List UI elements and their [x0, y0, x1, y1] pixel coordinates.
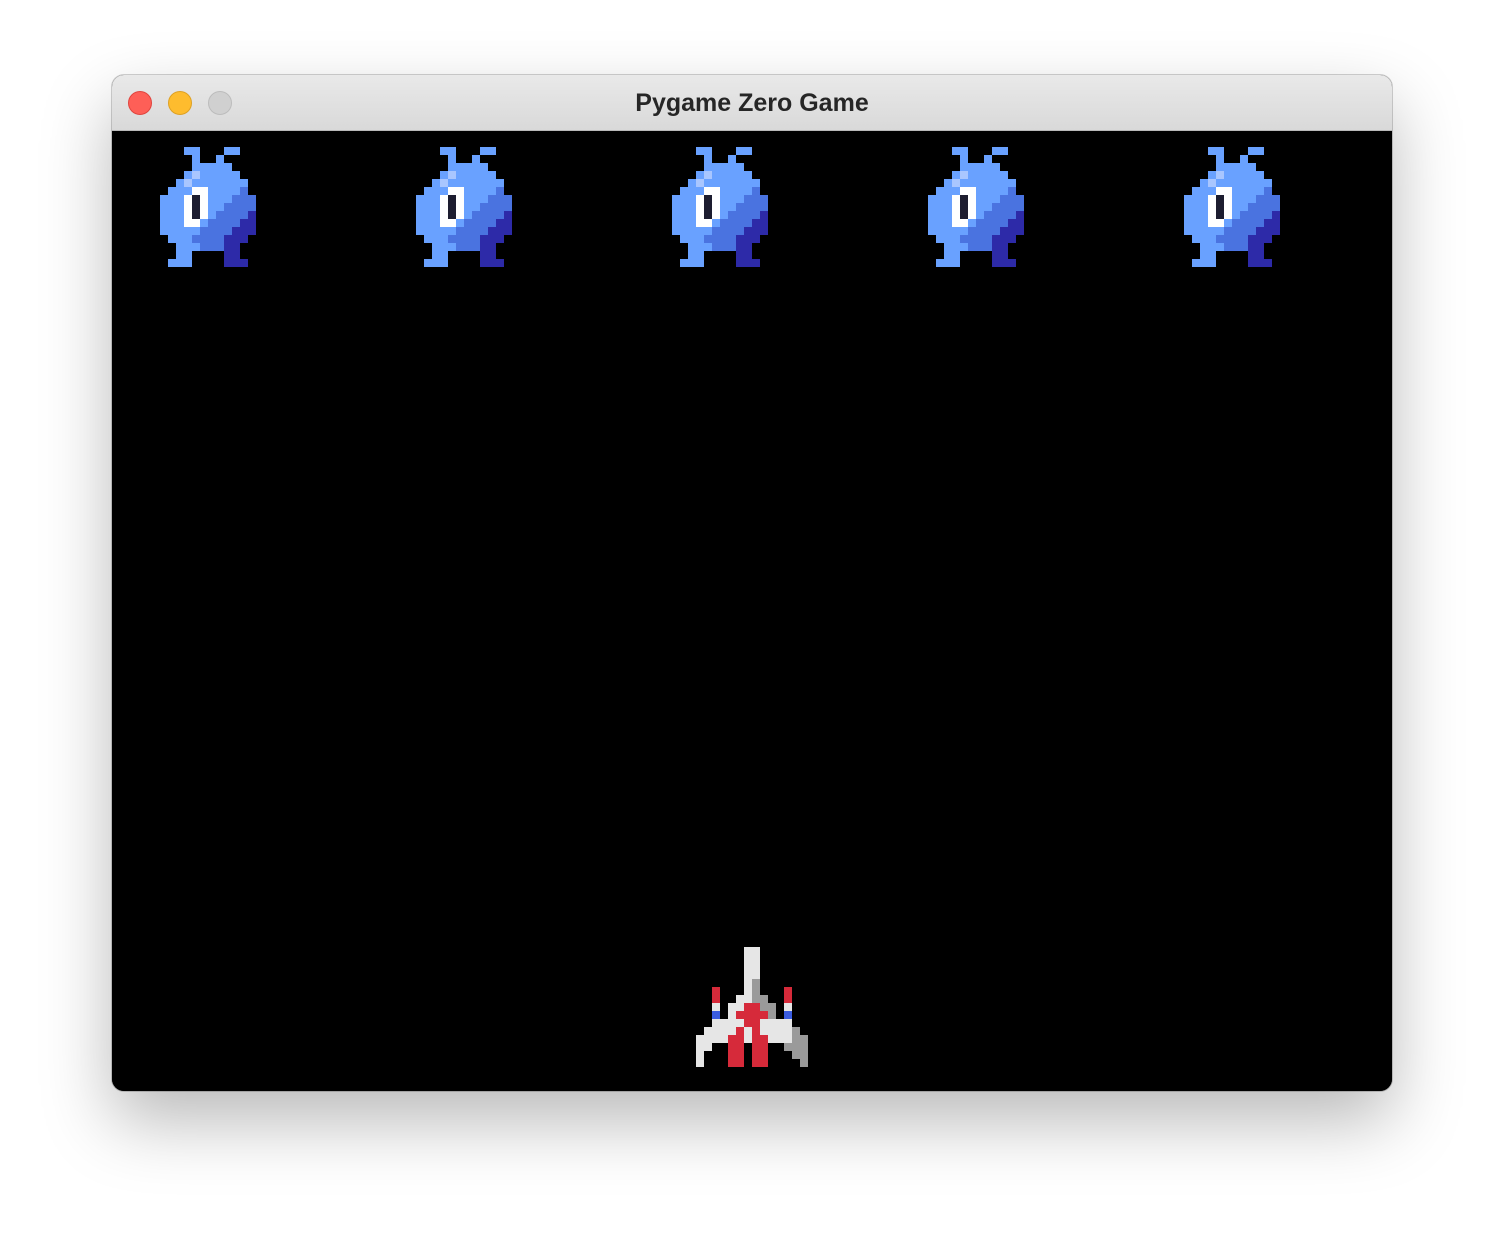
- alien-icon: [672, 147, 768, 275]
- title-bar[interactable]: Pygame Zero Game: [112, 75, 1392, 131]
- game-canvas[interactable]: [112, 131, 1392, 1091]
- player-ship-icon: [696, 947, 808, 1075]
- alien-icon: [928, 147, 1024, 275]
- window-title: Pygame Zero Game: [635, 89, 869, 117]
- alien-icon: [160, 147, 256, 275]
- alien-icon: [416, 147, 512, 275]
- alien-icon: [1184, 147, 1280, 275]
- game-window: Pygame Zero Game: [112, 75, 1392, 1091]
